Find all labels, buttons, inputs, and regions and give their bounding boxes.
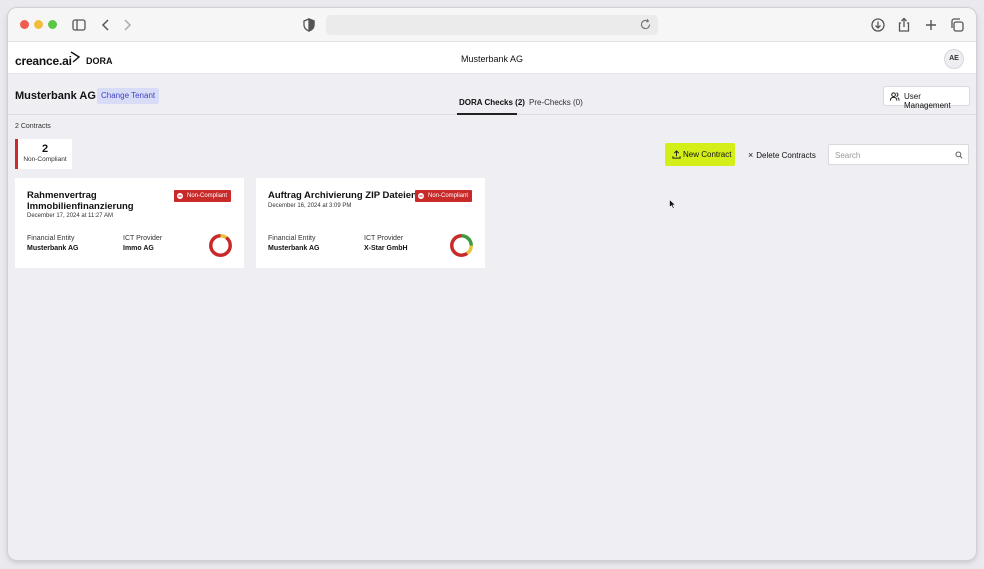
minimize-window-button[interactable]	[34, 20, 43, 29]
search-input[interactable]	[835, 149, 950, 161]
close-window-button[interactable]	[20, 20, 29, 29]
contract-title: Auftrag Archivierung ZIP Dateien	[268, 190, 417, 201]
mouse-cursor-icon	[669, 199, 676, 209]
contract-date: December 16, 2024 at 3:09 PM	[268, 203, 352, 209]
ict-provider-label: ICT Provider	[364, 235, 404, 242]
status-badge: Non-Compliant	[174, 190, 232, 202]
app-header: creance.ai DORA Musterbank AG AE	[8, 42, 976, 74]
non-compliant-count: 2	[41, 143, 49, 155]
status-label: Non-Compliant	[428, 193, 469, 199]
close-icon: ×	[748, 150, 754, 160]
compliance-donut	[208, 233, 233, 258]
delete-contracts-label: Delete Contracts	[756, 151, 816, 160]
tab-pre-checks[interactable]: Pre-Checks (0)	[529, 98, 583, 107]
shield-icon[interactable]	[301, 17, 317, 33]
forward-icon[interactable]	[119, 17, 135, 33]
financial-entity-value: Musterbank AG	[27, 245, 79, 252]
contract-card[interactable]: Rahmenvertrag Immobilienfinanzierung Dec…	[15, 178, 244, 268]
minus-circle-icon	[418, 193, 424, 199]
download-icon[interactable]	[870, 17, 886, 33]
new-contract-label: New Contract	[683, 150, 732, 159]
upload-icon	[672, 150, 681, 159]
user-management-button[interactable]: User Management	[883, 86, 970, 110]
status-badge: Non-Compliant	[415, 190, 473, 202]
contracts-count: 2 Contracts	[15, 123, 51, 130]
active-tab-indicator	[457, 113, 517, 115]
browser-toolbar	[8, 8, 976, 42]
ict-provider-label: ICT Provider	[123, 235, 163, 242]
financial-entity-label: Financial Entity	[27, 235, 75, 242]
status-label: Non-Compliant	[187, 193, 228, 199]
delete-contracts-button[interactable]: × Delete Contracts	[748, 150, 816, 160]
contract-card[interactable]: Auftrag Archivierung ZIP Dateien Decembe…	[256, 178, 485, 268]
financial-entity-value: Musterbank AG	[268, 245, 320, 252]
ict-provider-value: Immo AG	[123, 245, 154, 252]
ict-provider-value: X-Star GmbH	[364, 245, 408, 252]
search-icon[interactable]	[955, 151, 963, 159]
back-icon[interactable]	[98, 17, 114, 33]
sidebar-icon[interactable]	[71, 17, 87, 33]
user-management-label: User Management	[904, 92, 951, 110]
browser-window: creance.ai DORA Musterbank AG AE Musterb…	[8, 8, 976, 560]
share-icon[interactable]	[896, 17, 912, 33]
contract-title: Rahmenvertrag Immobilienfinanzierung	[27, 190, 134, 212]
new-contract-button[interactable]: New Contract	[665, 143, 735, 166]
contract-date: December 17, 2024 at 11:27 AM	[27, 213, 113, 219]
address-bar[interactable]	[326, 15, 658, 35]
non-compliant-label: Non-Compliant	[23, 156, 67, 163]
change-tenant-button[interactable]: Change Tenant	[97, 88, 160, 104]
tabs-overview-icon[interactable]	[949, 17, 965, 33]
users-icon	[889, 91, 900, 102]
search-box	[828, 144, 969, 165]
header-title: Musterbank AG	[460, 54, 524, 64]
new-tab-icon[interactable]	[923, 17, 939, 33]
tab-dora-checks[interactable]: DORA Checks (2)	[459, 98, 525, 107]
donut-segment-red	[209, 234, 232, 257]
reload-icon[interactable]	[639, 18, 652, 31]
minus-circle-icon	[177, 193, 183, 199]
tenant-name: Musterbank AG	[15, 90, 96, 102]
zoom-window-button[interactable]	[48, 20, 57, 29]
financial-entity-label: Financial Entity	[268, 235, 316, 242]
non-compliant-stat-card[interactable]: 2 Non-Compliant	[15, 139, 72, 169]
tenant-bar: Musterbank AG Change Tenant DORA Checks …	[8, 74, 976, 115]
user-avatar[interactable]: AE	[944, 49, 964, 69]
compliance-donut	[449, 233, 474, 258]
